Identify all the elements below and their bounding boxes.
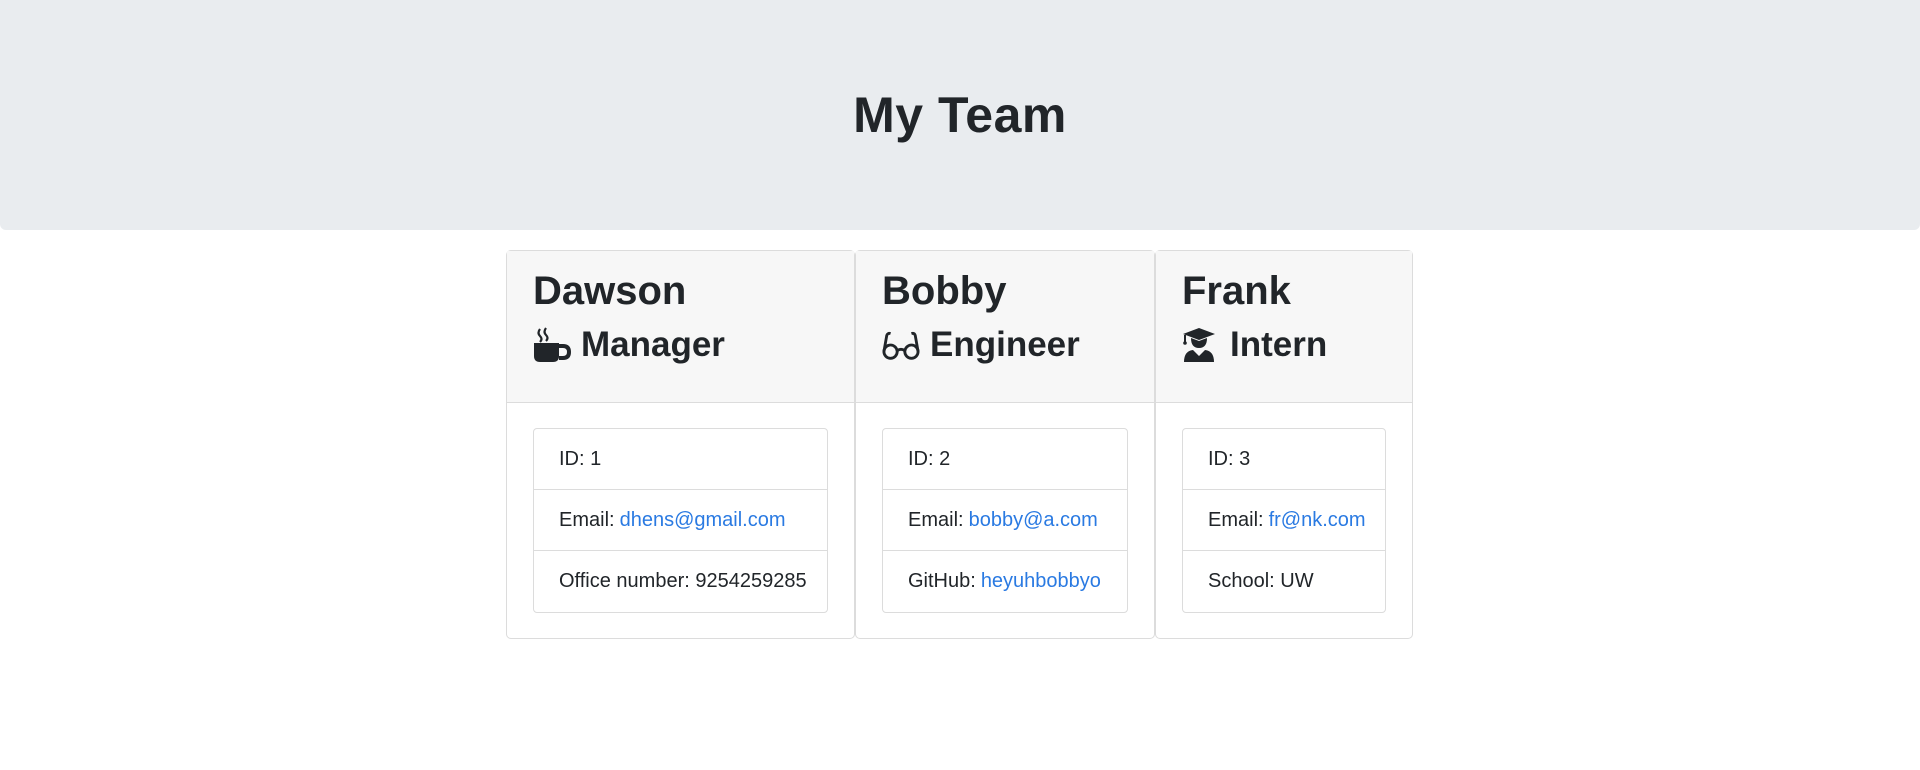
id-text: ID: 2 bbox=[908, 447, 951, 470]
id-item: ID: 2 bbox=[883, 429, 1127, 490]
id-text: ID: 1 bbox=[559, 447, 602, 470]
email-link[interactable]: bobby@a.com bbox=[969, 509, 1098, 532]
role-label: Engineer bbox=[930, 325, 1080, 364]
card-header: Bobby Engineer bbox=[856, 251, 1154, 403]
office-number-item: Office number: 9254259285 bbox=[534, 551, 827, 612]
email-item: Email: fr@nk.com bbox=[1183, 490, 1385, 551]
employee-card-manager: Dawson Manager ID: 1 Email: dhens@gmail.… bbox=[506, 250, 855, 639]
email-item: Email: bobby@a.com bbox=[883, 490, 1127, 551]
coffee-icon bbox=[533, 327, 571, 363]
github-label: GitHub: bbox=[908, 570, 976, 592]
card-header: Frank Intern bbox=[1156, 251, 1412, 403]
team-cards: Dawson Manager ID: 1 Email: dhens@gmail.… bbox=[506, 250, 1413, 639]
employee-role: Intern bbox=[1182, 325, 1386, 365]
school-text: School: UW bbox=[1208, 570, 1314, 592]
employee-role: Manager bbox=[533, 325, 828, 365]
page-title: My Team bbox=[853, 87, 1067, 143]
employee-role: Engineer bbox=[882, 325, 1128, 365]
github-item: GitHub: heyuhbobbyo bbox=[883, 551, 1127, 612]
office-number-text: Office number: 9254259285 bbox=[559, 570, 807, 592]
email-item: Email: dhens@gmail.com bbox=[534, 490, 827, 551]
employee-name: Frank bbox=[1182, 269, 1291, 313]
info-list: ID: 3 Email: fr@nk.com School: UW bbox=[1182, 428, 1386, 613]
page-header: My Team bbox=[0, 0, 1920, 230]
card-header: Dawson Manager bbox=[507, 251, 854, 403]
email-label: Email: bbox=[559, 508, 615, 531]
role-label: Manager bbox=[581, 325, 725, 364]
card-body: ID: 2 Email: bobby@a.com GitHub: heyuhbo… bbox=[856, 403, 1154, 638]
info-list: ID: 2 Email: bobby@a.com GitHub: heyuhbo… bbox=[882, 428, 1128, 613]
employee-name: Bobby bbox=[882, 269, 1007, 313]
card-body: ID: 1 Email: dhens@gmail.com Office numb… bbox=[507, 403, 854, 638]
employee-name: Dawson bbox=[533, 269, 687, 313]
graduate-icon bbox=[1182, 327, 1220, 363]
email-label: Email: bbox=[908, 508, 964, 531]
github-link[interactable]: heyuhbobbyo bbox=[981, 570, 1101, 593]
email-link[interactable]: dhens@gmail.com bbox=[620, 509, 786, 532]
id-item: ID: 1 bbox=[534, 429, 827, 490]
employee-card-intern: Frank Intern ID: 3 Email: fr@nk.com Scho… bbox=[1155, 250, 1413, 639]
id-text: ID: 3 bbox=[1208, 447, 1251, 470]
id-item: ID: 3 bbox=[1183, 429, 1385, 490]
glasses-icon bbox=[882, 327, 920, 363]
email-label: Email: bbox=[1208, 508, 1264, 531]
employee-card-engineer: Bobby Engineer ID: 2 Email: bobby@a.com … bbox=[855, 250, 1155, 639]
card-body: ID: 3 Email: fr@nk.com School: UW bbox=[1156, 403, 1412, 638]
role-label: Intern bbox=[1230, 325, 1328, 364]
email-link[interactable]: fr@nk.com bbox=[1269, 509, 1366, 532]
info-list: ID: 1 Email: dhens@gmail.com Office numb… bbox=[533, 428, 828, 613]
school-item: School: UW bbox=[1183, 551, 1385, 612]
